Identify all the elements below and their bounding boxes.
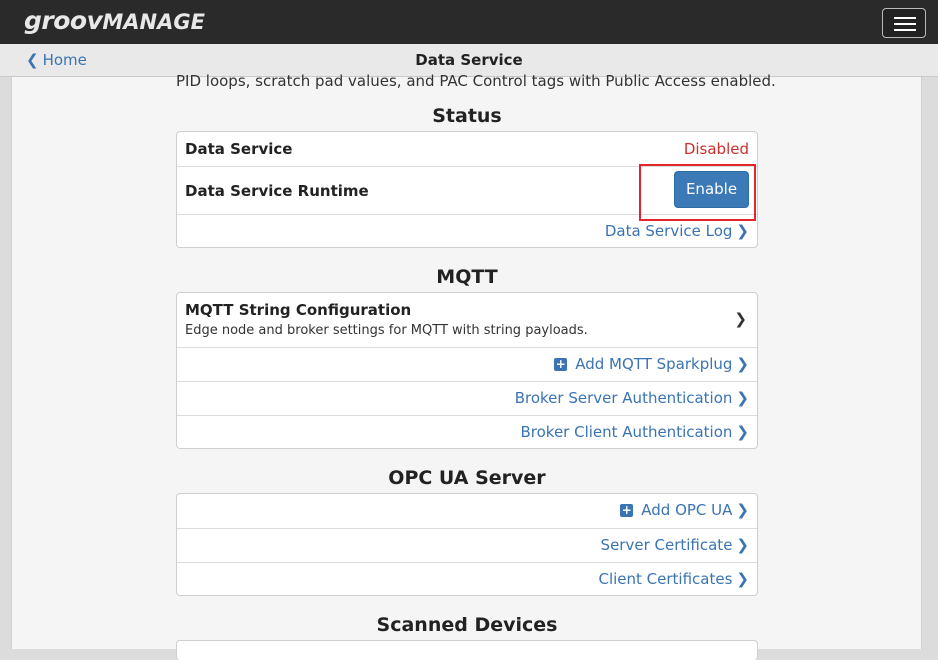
- scanned-devices-panel: [176, 640, 758, 660]
- add-opcua-link[interactable]: + Add OPC UA ❯: [620, 501, 749, 519]
- broker-client-auth-label: Broker Client Authentication: [520, 423, 733, 441]
- add-opcua-label: Add OPC UA: [641, 501, 733, 519]
- client-certs-label: Client Certificates: [598, 570, 733, 588]
- intro-text: PID loops, scratch pad values, and PAC C…: [176, 72, 776, 90]
- section-title-opcua: OPC UA Server: [388, 467, 546, 489]
- chevron-right-icon: ❯: [734, 310, 747, 328]
- broker-server-auth-link[interactable]: Broker Server Authentication ❯: [515, 389, 749, 407]
- chevron-right-icon: ❯: [736, 355, 749, 373]
- hamburger-icon-line: [894, 29, 916, 31]
- home-back-link[interactable]: ❮ Home: [26, 50, 87, 70]
- logo-part-groov: groov: [24, 6, 103, 35]
- mqtt-string-config-row[interactable]: MQTT String Configuration Edge node and …: [177, 293, 757, 347]
- chevron-right-icon: ❯: [736, 222, 749, 240]
- log-link-label: Data Service Log: [604, 222, 733, 240]
- chevron-right-icon: ❯: [736, 570, 749, 588]
- chevron-right-icon: ❯: [736, 536, 749, 554]
- add-mqtt-sparkplug-link[interactable]: + Add MQTT Sparkplug ❯: [554, 355, 749, 373]
- hamburger-menu-button[interactable]: [882, 8, 926, 38]
- data-service-status: Disabled: [683, 140, 749, 158]
- server-cert-label: Server Certificate: [600, 536, 733, 554]
- chevron-right-icon: ❯: [736, 389, 749, 407]
- groov-manage-logo[interactable]: groovMANAGE: [24, 5, 205, 38]
- plus-square-icon: +: [620, 503, 634, 517]
- page-title: Data Service: [415, 51, 523, 69]
- mqtt-string-config-label: MQTT String Configuration: [185, 301, 412, 319]
- chevron-left-icon: ❮: [26, 51, 39, 69]
- add-sparkplug-label: Add MQTT Sparkplug: [575, 355, 733, 373]
- section-title-status: Status: [432, 105, 502, 127]
- data-service-label: Data Service: [185, 140, 293, 158]
- home-link-label: Home: [42, 51, 87, 69]
- top-navbar: groovMANAGE: [0, 0, 938, 46]
- status-row-data-service: Data Service Disabled: [177, 132, 757, 166]
- broker-client-auth-link[interactable]: Broker Client Authentication ❯: [520, 423, 749, 441]
- opcua-server-cert-row[interactable]: Server Certificate ❯: [177, 528, 757, 562]
- mqtt-broker-server-auth-row[interactable]: Broker Server Authentication ❯: [177, 381, 757, 415]
- data-service-log-link[interactable]: Data Service Log ❯: [605, 222, 749, 240]
- runtime-label: Data Service Runtime: [185, 182, 369, 200]
- mqtt-panel: MQTT String Configuration Edge node and …: [176, 292, 758, 449]
- section-title-scanned-devices: Scanned Devices: [376, 614, 558, 636]
- opcua-add-row[interactable]: + Add OPC UA ❯: [177, 494, 757, 528]
- logo-part-manage: MANAGE: [102, 10, 205, 34]
- mqtt-add-sparkplug-row[interactable]: + Add MQTT Sparkplug ❯: [177, 347, 757, 381]
- section-title-mqtt: MQTT: [436, 266, 498, 288]
- client-certificates-link[interactable]: Client Certificates ❯: [598, 570, 749, 588]
- opcua-panel: + Add OPC UA ❯ Server Certificate ❯ Client …: [176, 493, 758, 596]
- broker-server-auth-label: Broker Server Authentication: [514, 389, 733, 407]
- opcua-client-certs-row[interactable]: Client Certificates ❯: [177, 562, 757, 595]
- hamburger-icon-line: [894, 17, 916, 19]
- mqtt-broker-client-auth-row[interactable]: Broker Client Authentication ❯: [177, 415, 757, 448]
- hamburger-icon-line: [894, 23, 916, 25]
- chevron-right-icon: ❯: [736, 501, 749, 519]
- highlight-box: [639, 164, 756, 221]
- mqtt-string-config-desc: Edge node and broker settings for MQTT w…: [185, 323, 588, 338]
- chevron-right-icon: ❯: [736, 423, 749, 441]
- plus-square-icon: +: [554, 357, 568, 371]
- server-certificate-link[interactable]: Server Certificate ❯: [601, 536, 749, 554]
